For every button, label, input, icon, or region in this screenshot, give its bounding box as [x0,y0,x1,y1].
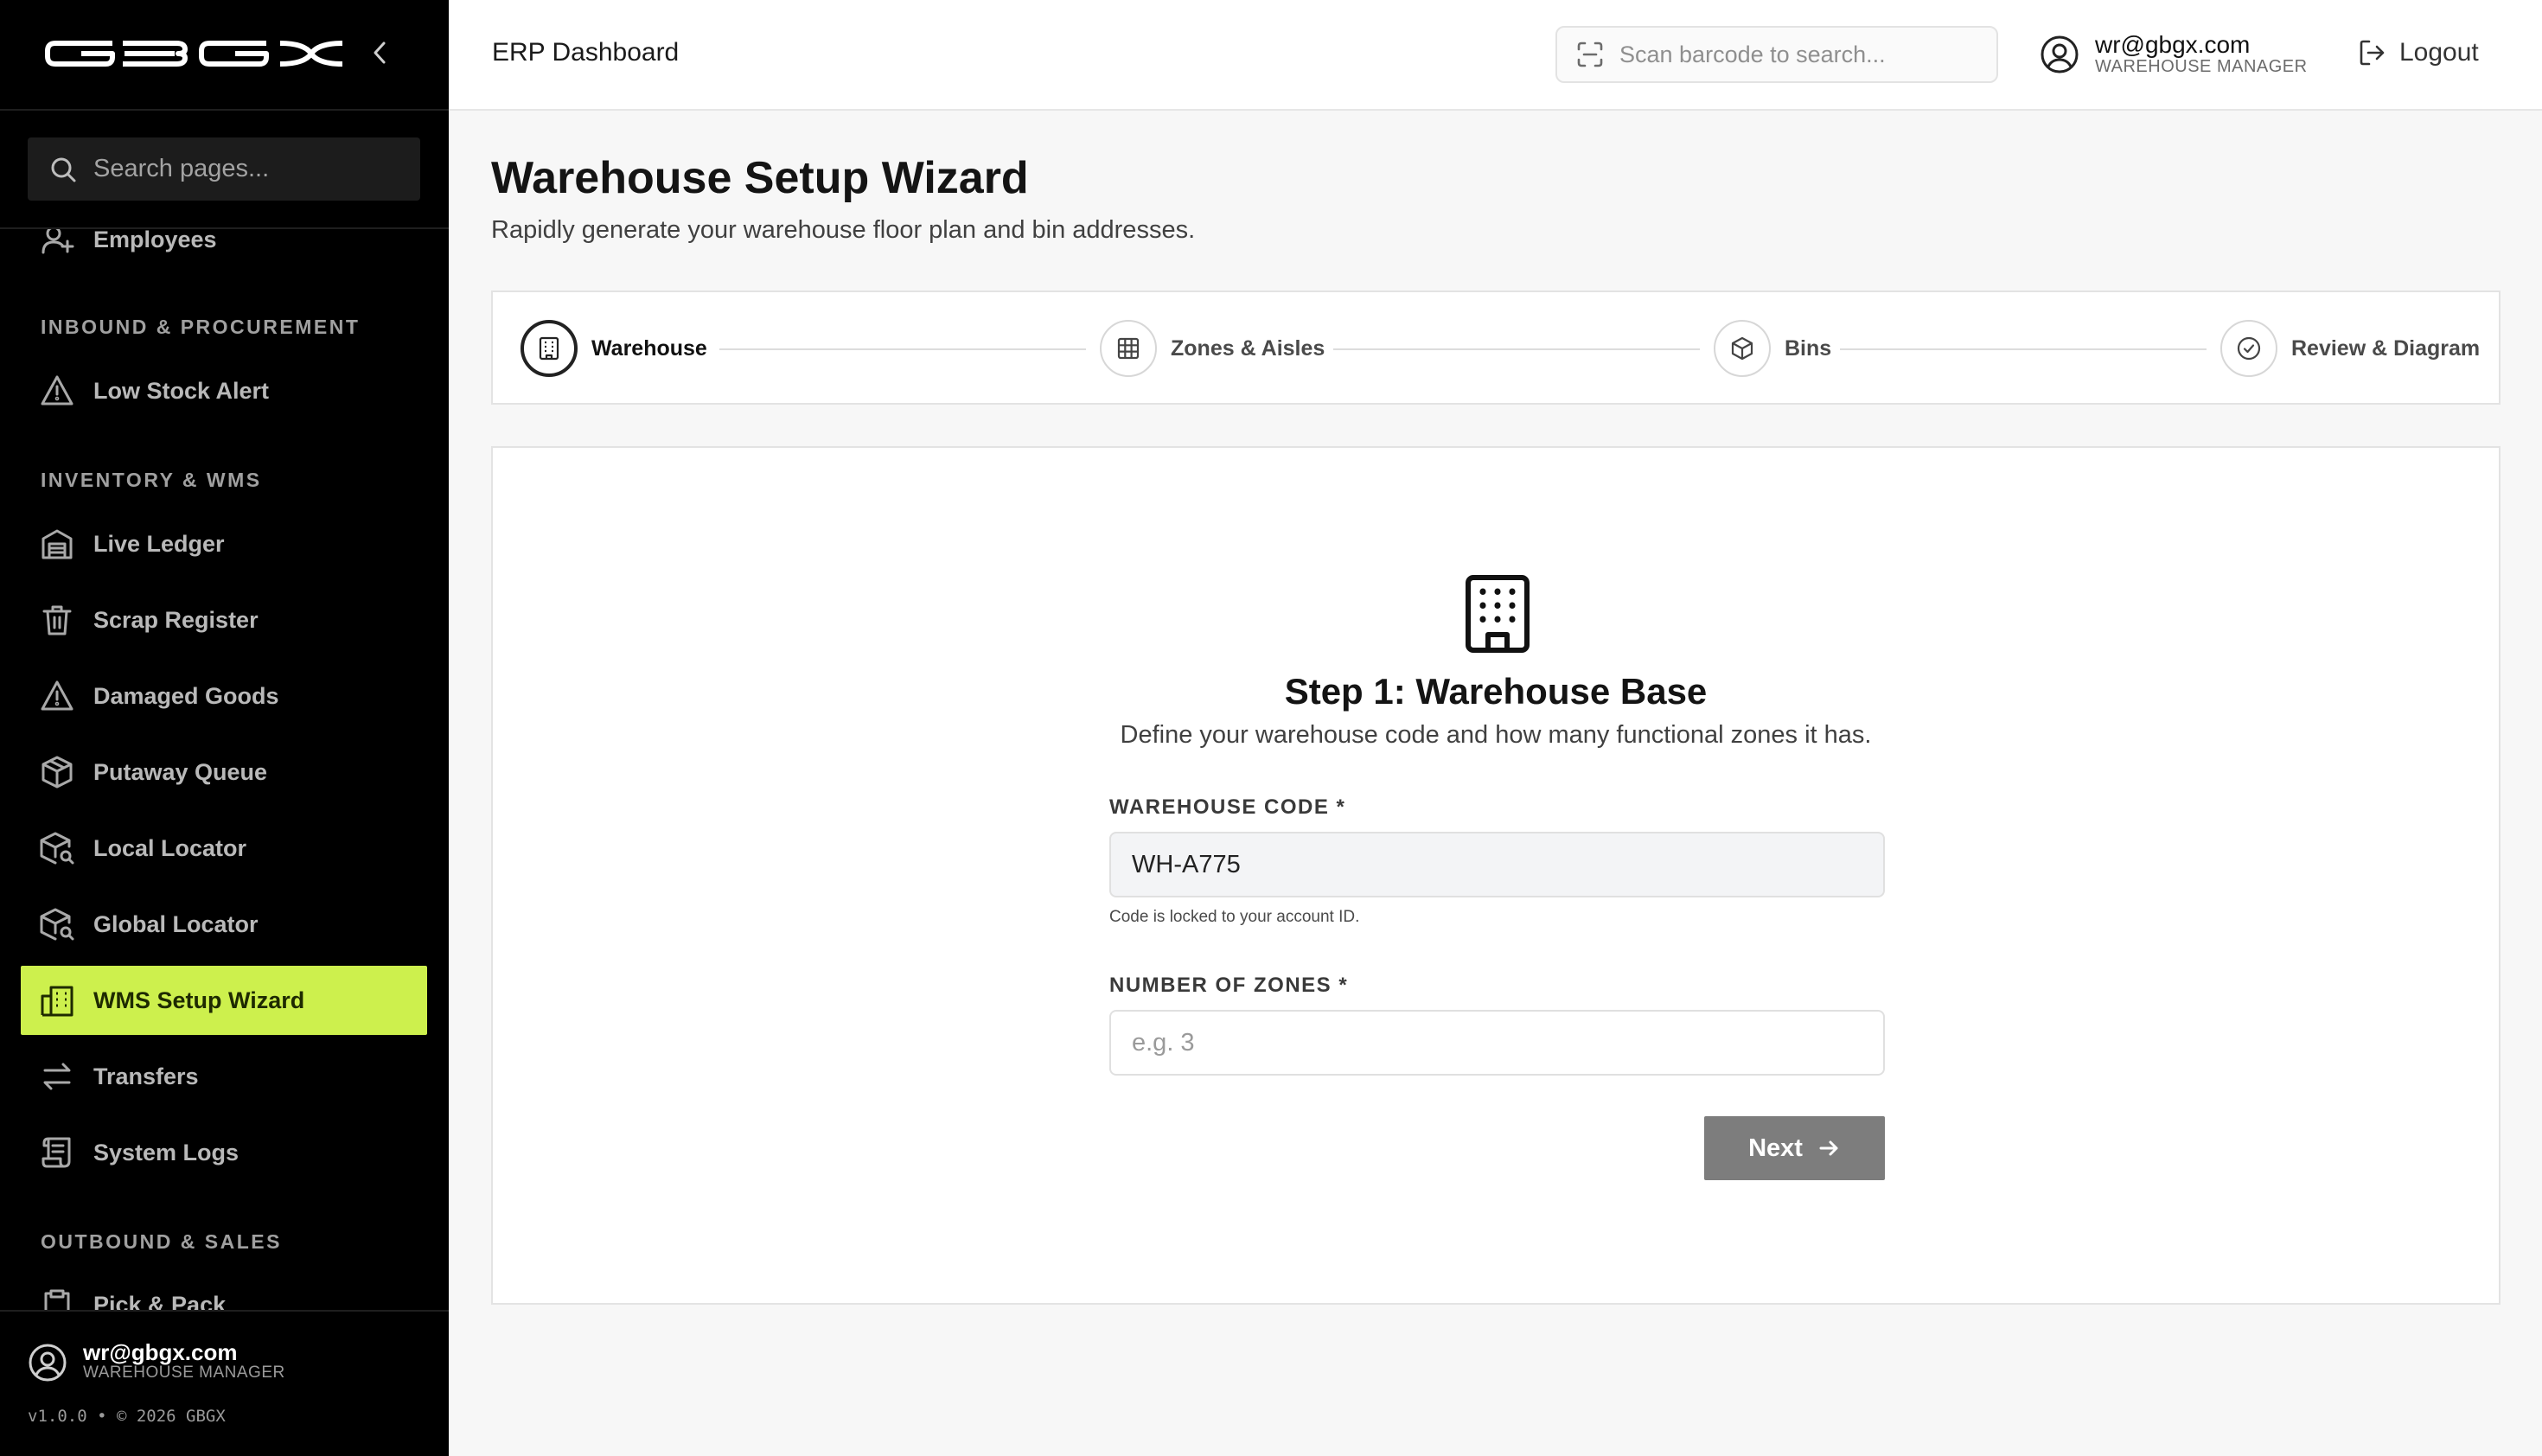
sidebar-divider [0,109,449,111]
building-icon [41,986,73,1017]
sidebar-item-label: Scrap Register [93,606,259,633]
step-indicator [1714,320,1771,377]
step-label: Zones & Aisles [1171,335,1325,361]
sidebar-item-live-ledger[interactable]: Live Ledger [21,509,427,578]
sidebar-item-label: Pick & Pack [93,1291,227,1311]
building-icon [1466,575,1530,653]
version-text: v1.0.0 • © 2026 GBGX [28,1407,226,1426]
step-indicator [521,320,578,377]
next-button[interactable]: Next [1704,1116,1885,1180]
wizard-stepper: Warehouse Zones & Aisles Bins Review & D… [491,291,2500,405]
sidebar-user-email: wr@gbgx.com [83,1339,238,1365]
user-circle-icon [2041,35,2079,73]
sidebar-item-label: Employees [93,229,217,252]
package-search-icon [40,832,74,865]
sidebar-item-scrap-register[interactable]: Scrap Register [21,585,427,655]
section-heading-inbound: INBOUND & PROCUREMENT [41,316,361,338]
sidebar-item-wms-setup-wizard[interactable]: WMS Setup Wizard [21,966,427,1035]
arrow-right-icon [1819,1140,1838,1156]
step-connector [1840,348,2207,350]
sidebar-item-pick-pack[interactable]: Pick & Pack [21,1270,427,1310]
sidebar: Employees INBOUND & PROCUREMENT Low Stoc… [0,0,449,1456]
sidebar-footer: wr@gbgx.com WAREHOUSE MANAGER v1.0.0 • ©… [0,1310,449,1456]
box-icon [1731,336,1753,361]
barcode-search-input[interactable] [1619,41,1983,68]
sidebar-item-employees[interactable]: Employees [21,229,427,274]
sidebar-item-label: Low Stock Alert [93,377,270,404]
sidebar-search-input[interactable] [93,155,405,183]
grid-icon [1117,337,1140,360]
header-user[interactable]: wr@gbgx.com WAREHOUSE MANAGER [2040,31,2308,77]
sidebar-item-transfers[interactable]: Transfers [21,1042,427,1111]
logout-button[interactable]: Logout [2358,38,2479,67]
header-user-email: wr@gbgx.com [2095,31,2251,58]
building-icon [539,336,559,361]
sidebar-item-label: Local Locator [93,834,247,861]
sidebar-item-global-locator[interactable]: Global Locator [21,890,427,959]
page-subtitle: Rapidly generate your warehouse floor pl… [491,216,1196,244]
check-circle-icon [2237,336,2261,361]
sidebar-item-label: Live Ledger [93,530,225,557]
sidebar-item-damaged-goods[interactable]: Damaged Goods [21,661,427,731]
logout-label: Logout [2399,38,2479,67]
warehouse-icon [42,529,73,559]
package-icon [42,756,73,789]
sidebar-item-label: Transfers [93,1063,199,1089]
sidebar-user-role: WAREHOUSE MANAGER [83,1363,285,1382]
sidebar-item-label: Damaged Goods [93,682,279,709]
section-heading-outbound: OUTBOUND & SALES [41,1230,282,1253]
scroll-text-icon [42,1137,71,1168]
user-circle-icon[interactable] [28,1343,67,1383]
zones-input[interactable] [1109,1010,1885,1076]
collapse-sidebar-icon[interactable] [368,38,391,67]
sidebar-item-label: System Logs [93,1139,240,1165]
next-button-label: Next [1748,1134,1803,1162]
header-title: ERP Dashboard [492,38,680,67]
trash-icon [42,605,72,635]
sidebar-search[interactable] [28,137,420,201]
clipboard-icon [44,1289,70,1310]
step-label: Bins [1785,335,1832,361]
step-title: Step 1: Warehouse Base [1284,671,1708,712]
sidebar-item-system-logs[interactable]: System Logs [21,1118,427,1187]
brand-logo[interactable] [45,38,346,69]
top-header: ERP Dashboard wr@gbgx.com WAREHOUSE MANA… [449,0,2542,111]
step-label: Warehouse [591,335,707,361]
header-user-role: WAREHOUSE MANAGER [2095,57,2308,76]
package-search-icon [40,908,74,941]
warehouse-code-hint: Code is locked to your account ID. [1109,908,1360,926]
step-indicator [2220,320,2277,377]
search-icon [51,157,76,182]
sidebar-item-putaway-queue[interactable]: Putaway Queue [21,738,427,807]
step-indicator [1100,320,1157,377]
zones-label: NUMBER OF ZONES * [1109,974,1349,997]
wizard-form-card: Step 1: Warehouse Base Define your wareh… [491,446,2500,1305]
arrows-left-right-icon [43,1063,71,1090]
step-subtitle: Define your warehouse code and how many … [1120,721,1872,749]
alert-triangle-icon [41,375,73,406]
sidebar-item-low-stock-alert[interactable]: Low Stock Alert [21,356,427,425]
step-connector [719,348,1086,350]
user-plus-icon [42,229,74,254]
warehouse-code-label: WAREHOUSE CODE * [1109,795,1346,819]
step-label: Review & Diagram [2291,335,2481,361]
section-heading-inventory: INVENTORY & WMS [41,469,262,491]
scan-icon [1577,42,1603,67]
sidebar-item-label: WMS Setup Wizard [93,987,305,1013]
warehouse-code-input[interactable] [1109,832,1885,897]
step-zones-aisles[interactable]: Zones & Aisles [1100,320,1325,377]
sidebar-item-label: Global Locator [93,910,259,937]
logout-icon [2360,40,2385,66]
sidebar-item-label: Putaway Queue [93,758,268,785]
step-warehouse[interactable]: Warehouse [521,320,707,377]
step-bins[interactable]: Bins [1714,320,1831,377]
sidebar-nav[interactable]: Employees INBOUND & PROCUREMENT Low Stoc… [0,229,449,1310]
step-connector [1333,348,1700,350]
sidebar-item-local-locator[interactable]: Local Locator [21,814,427,883]
page-title: Warehouse Setup Wizard [491,153,1029,203]
alert-triangle-icon [41,680,73,711]
step-review-diagram[interactable]: Review & Diagram [2220,320,2480,377]
barcode-search[interactable] [1555,26,1998,83]
